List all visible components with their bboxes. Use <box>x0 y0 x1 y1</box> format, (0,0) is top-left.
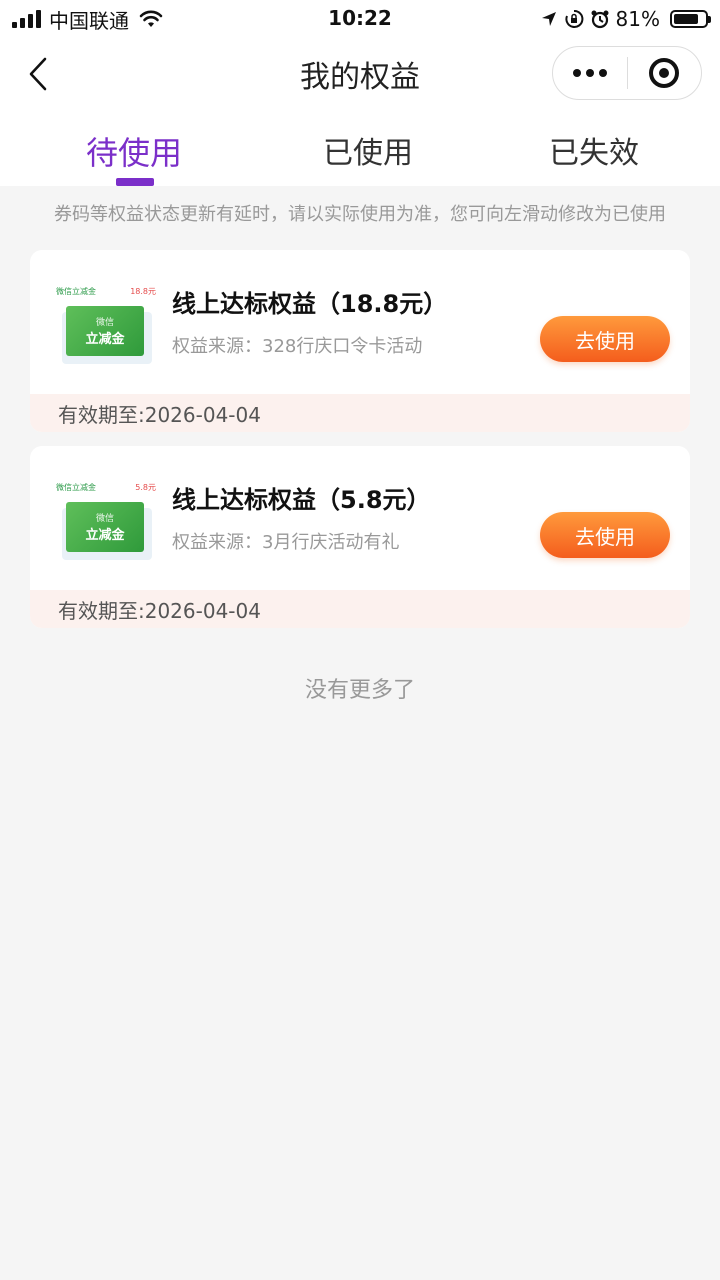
coupon-thumbnail: 微信立减金 18.8元 微信 立减金 <box>56 278 156 364</box>
navigation-bar: 我的权益 <box>0 38 720 110</box>
tab-bar: 待使用 已使用 已失效 <box>0 110 720 186</box>
thumb-sub: 微信 <box>95 318 114 328</box>
more-button[interactable] <box>553 47 627 99</box>
coupon-thumbnail: 微信立减金 5.8元 微信 立减金 <box>56 474 156 560</box>
tab-pending[interactable]: 待使用 <box>14 128 254 174</box>
coupon-source: 权益来源：328行庆口令卡活动 <box>172 336 423 357</box>
coupon-title: 线上达标权益（18.8元） <box>172 290 448 318</box>
thumb-amount: 5.8元 <box>135 483 156 492</box>
coupon-source: 权益来源：3月行庆活动有礼 <box>172 532 400 553</box>
thumb-amount: 18.8元 <box>130 287 156 296</box>
use-button[interactable]: 去使用 <box>540 512 670 558</box>
active-tab-indicator <box>116 178 154 186</box>
no-more-text: 没有更多了 <box>304 678 415 703</box>
coupon-title: 线上达标权益（5.8元） <box>172 486 431 514</box>
mini-program-capsule <box>552 46 702 100</box>
thumb-main: 立减金 <box>85 528 125 543</box>
coupon-card[interactable]: 微信立减金 5.8元 微信 立减金 线上达标权益（5.8元） 权益来源：3月行庆… <box>30 446 690 628</box>
close-target-icon <box>649 58 680 88</box>
rotation-lock-icon <box>565 9 583 28</box>
tab-expired[interactable]: 已失效 <box>474 128 714 172</box>
location-arrow-icon <box>541 12 556 26</box>
coupon-expiry: 有效期至:2026-04-04 <box>30 590 690 628</box>
battery-icon <box>670 10 711 28</box>
thumb-label: 微信立减金 <box>56 483 96 492</box>
battery-percent: 81% <box>615 7 660 31</box>
thumb-label: 微信立减金 <box>56 287 96 296</box>
close-button[interactable] <box>628 47 701 99</box>
tab-used[interactable]: 已使用 <box>248 128 488 172</box>
thumb-main: 立减金 <box>85 332 125 347</box>
alarm-icon <box>591 10 609 29</box>
coupon-card[interactable]: 微信立减金 18.8元 微信 立减金 线上达标权益（18.8元） 权益来源：32… <box>30 250 690 432</box>
use-button[interactable]: 去使用 <box>540 316 670 362</box>
status-notice: 券码等权益状态更新有延时，请以实际使用为准，您可向左滑动修改为已使用 <box>54 204 666 225</box>
thumb-sub: 微信 <box>95 514 114 524</box>
more-dots-icon <box>573 69 581 77</box>
status-bar: 中国联通 10:22 81% <box>0 0 720 38</box>
coupon-expiry: 有效期至:2026-04-04 <box>30 394 690 432</box>
